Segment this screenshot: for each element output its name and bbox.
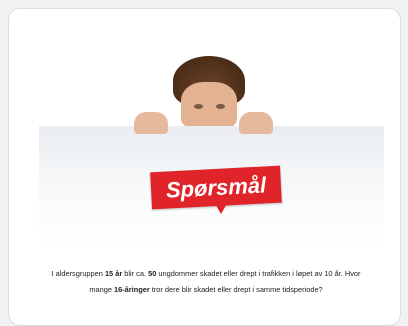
person-eye-right	[216, 104, 225, 109]
question-text-part: tror dere blir skadet eller drept i samm…	[149, 285, 323, 295]
speech-bubble-label: Spørsmål	[165, 171, 267, 203]
question-text-bold: 16-åringer	[113, 285, 150, 295]
question-text-bold: 15 år	[104, 269, 123, 279]
question-text-part: blir ca.	[122, 269, 149, 279]
person-hand-right	[239, 112, 273, 134]
question-illustration: Spørsmål	[39, 54, 384, 249]
person-face	[181, 82, 237, 128]
question-card: Spørsmål I aldersgruppen 15 år blir ca. …	[8, 8, 401, 326]
question-text: I aldersgruppen 15 år blir ca. 50 ungdom…	[49, 266, 363, 298]
speech-bubble-tail	[214, 202, 228, 214]
person-hand-left	[134, 112, 168, 134]
question-text-part: I aldersgruppen	[51, 269, 105, 279]
person-eye-left	[194, 104, 203, 109]
